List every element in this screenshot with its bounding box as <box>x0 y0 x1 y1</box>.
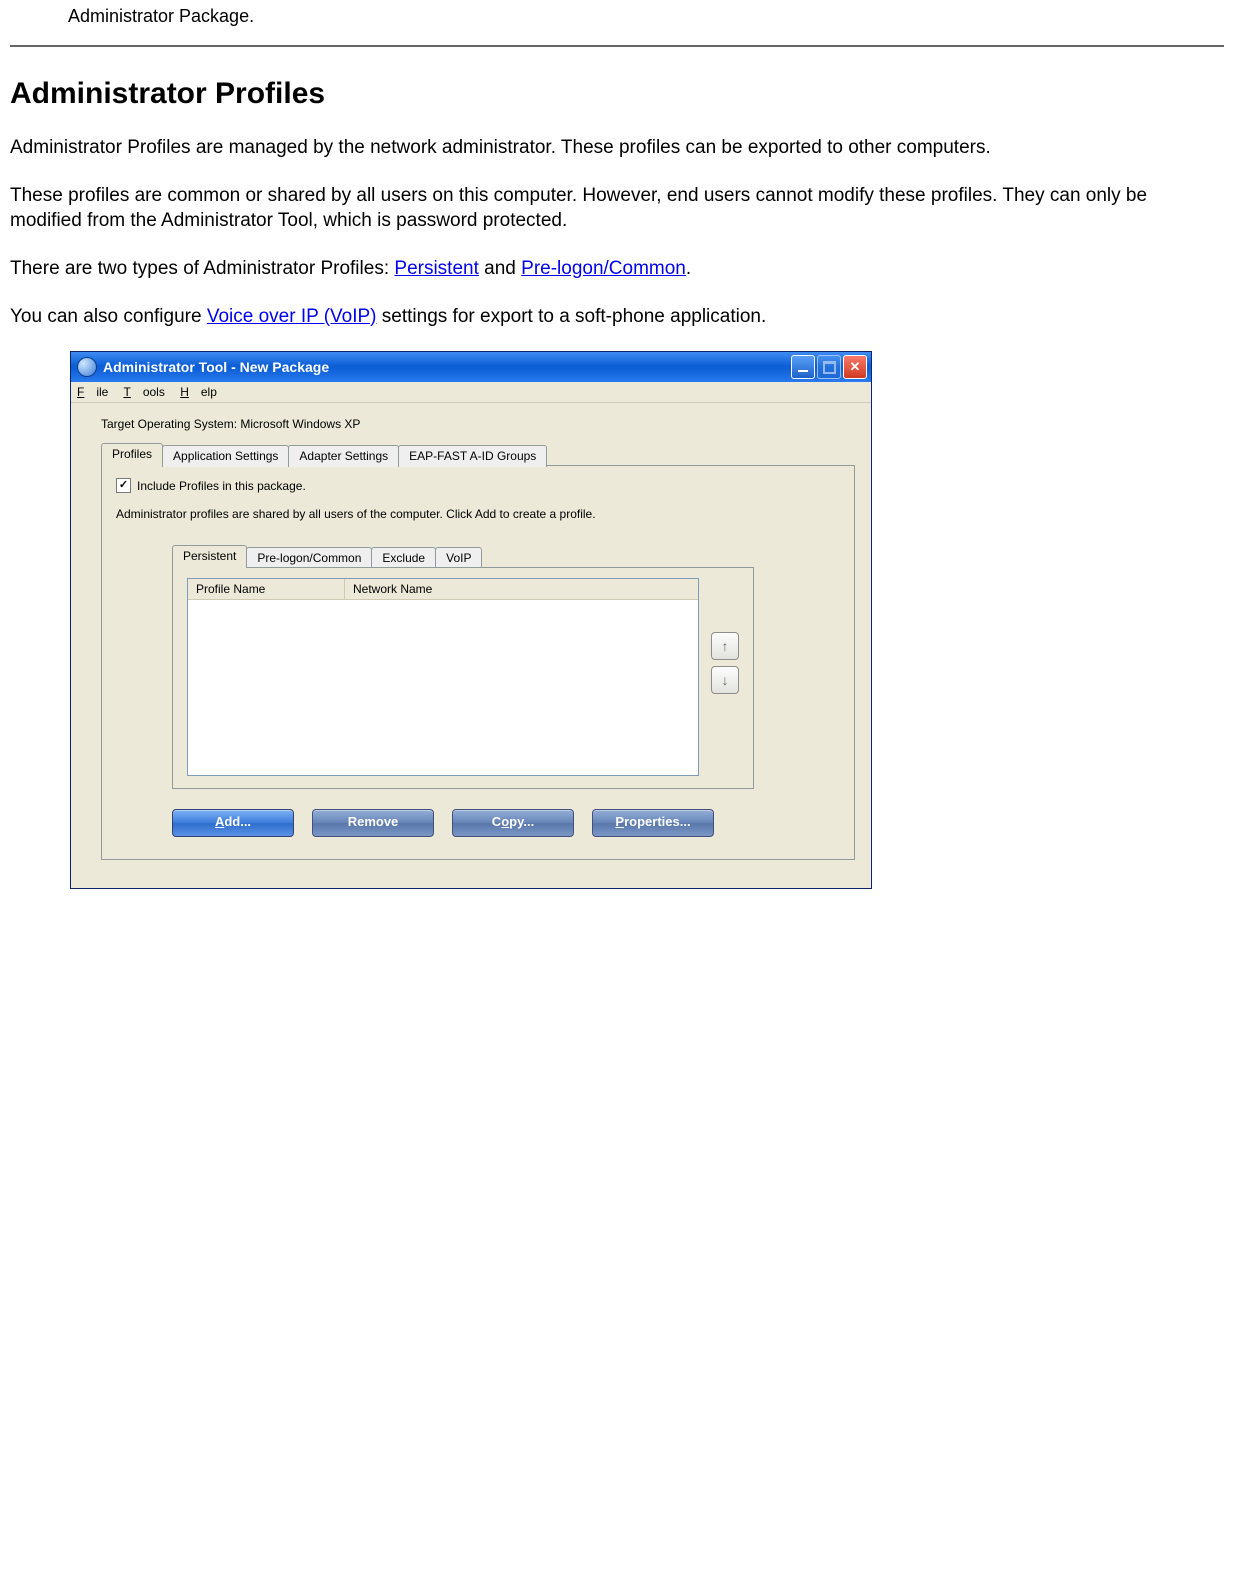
tab-application-settings[interactable]: Application Settings <box>162 445 289 467</box>
move-down-button[interactable]: ↓ <box>711 666 739 694</box>
include-profiles-checkbox[interactable]: ✓ <box>116 478 131 493</box>
window-title: Administrator Tool - New Package <box>103 359 791 375</box>
maximize-button <box>817 355 841 379</box>
col-profile-name[interactable]: Profile Name <box>188 579 345 599</box>
paragraph-3: There are two types of Administrator Pro… <box>10 256 1224 282</box>
add-button[interactable]: Add... <box>172 809 294 837</box>
arrow-up-icon: ↑ <box>722 638 729 654</box>
minimize-button[interactable] <box>791 355 815 379</box>
col-network-name[interactable]: Network Name <box>345 579 698 599</box>
breadcrumb: Administrator Package. <box>68 6 1224 27</box>
move-up-button[interactable]: ↑ <box>711 632 739 660</box>
profiles-help-text: Administrator profiles are shared by all… <box>116 507 840 521</box>
section-divider <box>10 45 1224 47</box>
profile-list-header: Profile Name Network Name <box>188 579 698 600</box>
paragraph-1: Administrator Profiles are managed by th… <box>10 135 1224 161</box>
tab-profiles[interactable]: Profiles <box>101 443 163 466</box>
admin-tool-window: Administrator Tool - New Package ✕ File … <box>70 351 872 889</box>
text: settings for export to a soft-phone appl… <box>377 306 767 327</box>
arrow-down-icon: ↓ <box>722 672 729 688</box>
tab-adapter-settings[interactable]: Adapter Settings <box>288 445 399 467</box>
link-voip[interactable]: Voice over IP (VoIP) <box>207 306 377 327</box>
text: and <box>479 258 521 279</box>
include-profiles-label: Include Profiles in this package. <box>137 479 306 493</box>
inner-tab-row: Persistent Pre-logon/Common Exclude VoIP <box>172 545 840 568</box>
target-os-label: Target Operating System: Microsoft Windo… <box>101 417 855 431</box>
tab-eap-fast-groups[interactable]: EAP-FAST A-ID Groups <box>398 445 547 467</box>
copy-button[interactable]: Copy... <box>452 809 574 837</box>
paragraph-4: You can also configure Voice over IP (Vo… <box>10 304 1224 330</box>
text: . <box>686 258 691 279</box>
action-button-row: Add... Remove Copy... Properties... <box>116 809 840 837</box>
titlebar[interactable]: Administrator Tool - New Package ✕ <box>71 352 871 382</box>
section-heading: Administrator Profiles <box>10 77 1224 111</box>
link-persistent[interactable]: Persistent <box>394 258 478 279</box>
profile-listbox[interactable]: Profile Name Network Name <box>187 578 699 776</box>
menu-tools[interactable]: Tools <box>123 385 164 399</box>
text: There are two types of Administrator Pro… <box>10 258 394 279</box>
remove-button[interactable]: Remove <box>312 809 434 837</box>
outer-tab-panel: ✓ Include Profiles in this package. Admi… <box>101 465 855 860</box>
inner-tab-exclude[interactable]: Exclude <box>371 547 436 569</box>
menu-help[interactable]: Help <box>180 385 217 399</box>
inner-tab-panel: Profile Name Network Name ↑ ↓ <box>172 567 754 789</box>
client-area: Target Operating System: Microsoft Windo… <box>71 403 871 888</box>
inner-tab-persistent[interactable]: Persistent <box>172 545 247 568</box>
menu-bar: File Tools Help <box>71 382 871 403</box>
outer-tab-row: Profiles Application Settings Adapter Se… <box>101 443 855 466</box>
text: You can also configure <box>10 306 207 327</box>
menu-file[interactable]: File <box>77 385 108 399</box>
properties-button[interactable]: Properties... <box>592 809 714 837</box>
inner-tab-prelogon[interactable]: Pre-logon/Common <box>246 547 372 569</box>
paragraph-2: These profiles are common or shared by a… <box>10 183 1224 234</box>
inner-tab-voip[interactable]: VoIP <box>435 547 482 569</box>
link-prelogon-common[interactable]: Pre-logon/Common <box>521 258 686 279</box>
app-icon <box>77 357 97 377</box>
close-button[interactable]: ✕ <box>843 355 867 379</box>
